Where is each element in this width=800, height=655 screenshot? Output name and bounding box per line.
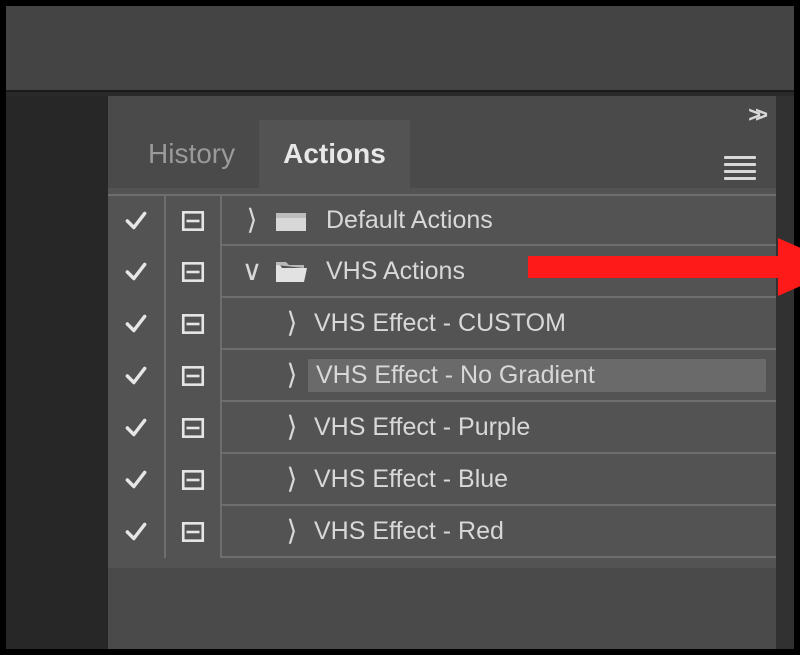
checkmark-icon (123, 467, 149, 493)
row-content: ⟩VHS Effect - No Gradient (222, 350, 776, 402)
dialog-toggle-icon (180, 363, 206, 389)
checkmark-icon (123, 208, 149, 234)
chevron-right-icon[interactable]: ⟩ (276, 309, 308, 337)
folder-closed-icon (274, 207, 308, 233)
actions-panel: >> History Actions ⟩ Default Actions ∨ VHS … (108, 96, 776, 649)
action-row[interactable]: ⟩VHS Effect - Purple (108, 402, 776, 454)
action-row[interactable]: ⟩VHS Effect - No Gradient (108, 350, 776, 402)
row-content: ⟩VHS Effect - CUSTOM (222, 298, 776, 350)
panel-menu-icon[interactable] (724, 156, 756, 180)
row-label: VHS Effect - Purple (308, 413, 766, 442)
toggle-dialog[interactable] (166, 454, 222, 506)
toggle-enabled[interactable] (108, 506, 166, 558)
toggle-dialog[interactable] (166, 350, 222, 402)
dialog-toggle-icon (180, 208, 206, 234)
toggle-enabled[interactable] (108, 246, 166, 298)
folder-open-icon (274, 258, 308, 284)
action-row[interactable]: ⟩VHS Effect - CUSTOM (108, 298, 776, 350)
action-row[interactable]: ⟩VHS Effect - Blue (108, 454, 776, 506)
row-content: ⟩VHS Effect - Red (222, 506, 776, 558)
row-content: ⟩ Default Actions (222, 194, 776, 246)
toggle-dialog[interactable] (166, 506, 222, 558)
dialog-toggle-icon (180, 311, 206, 337)
collapse-panel-icon[interactable]: >> (748, 102, 762, 128)
row-label: Default Actions (320, 206, 766, 235)
action-row[interactable]: ⟩VHS Effect - Red (108, 506, 776, 558)
action-set-row[interactable]: ∨ VHS Actions (108, 246, 776, 298)
checkmark-icon (123, 311, 149, 337)
checkmark-icon (123, 363, 149, 389)
dialog-toggle-icon (180, 519, 206, 545)
row-label: VHS Actions (320, 257, 766, 286)
row-label: VHS Effect - No Gradient (308, 359, 766, 392)
tab-actions[interactable]: Actions (259, 120, 410, 188)
toggle-enabled[interactable] (108, 454, 166, 506)
dialog-toggle-icon (180, 415, 206, 441)
toggle-dialog[interactable] (166, 194, 222, 246)
toggle-enabled[interactable] (108, 194, 166, 246)
left-gutter (6, 96, 108, 649)
toggle-enabled[interactable] (108, 298, 166, 350)
toggle-dialog[interactable] (166, 402, 222, 454)
chevron-right-icon[interactable]: ⟩ (276, 361, 308, 389)
row-content: ∨ VHS Actions (222, 246, 776, 298)
dialog-toggle-icon (180, 467, 206, 493)
toggle-dialog[interactable] (166, 298, 222, 350)
panel-tabs: History Actions (108, 96, 776, 188)
checkmark-icon (123, 259, 149, 285)
row-content: ⟩VHS Effect - Purple (222, 402, 776, 454)
action-set-row[interactable]: ⟩ Default Actions (108, 194, 776, 246)
dialog-toggle-icon (180, 259, 206, 285)
chevron-right-icon[interactable]: ⟩ (276, 517, 308, 545)
actions-list: ⟩Default Actions∨VHS Actions⟩VHS Effect … (108, 188, 776, 568)
chevron-down-icon[interactable]: ∨ (236, 257, 268, 285)
toggle-dialog[interactable] (166, 246, 222, 298)
right-gutter (776, 96, 794, 649)
toggle-enabled[interactable] (108, 350, 166, 402)
row-content: ⟩VHS Effect - Blue (222, 454, 776, 506)
app-frame: >> History Actions ⟩ Default Actions ∨ VHS … (0, 0, 800, 655)
toggle-enabled[interactable] (108, 402, 166, 454)
chevron-right-icon[interactable]: ⟩ (236, 206, 268, 234)
chevron-right-icon[interactable]: ⟩ (276, 465, 308, 493)
window-titlebar (6, 6, 794, 92)
chevron-right-icon[interactable]: ⟩ (276, 413, 308, 441)
checkmark-icon (123, 415, 149, 441)
row-label: VHS Effect - Red (308, 517, 766, 546)
row-label: VHS Effect - CUSTOM (308, 309, 766, 338)
row-label: VHS Effect - Blue (308, 465, 766, 494)
tab-history[interactable]: History (124, 120, 259, 188)
checkmark-icon (123, 519, 149, 545)
